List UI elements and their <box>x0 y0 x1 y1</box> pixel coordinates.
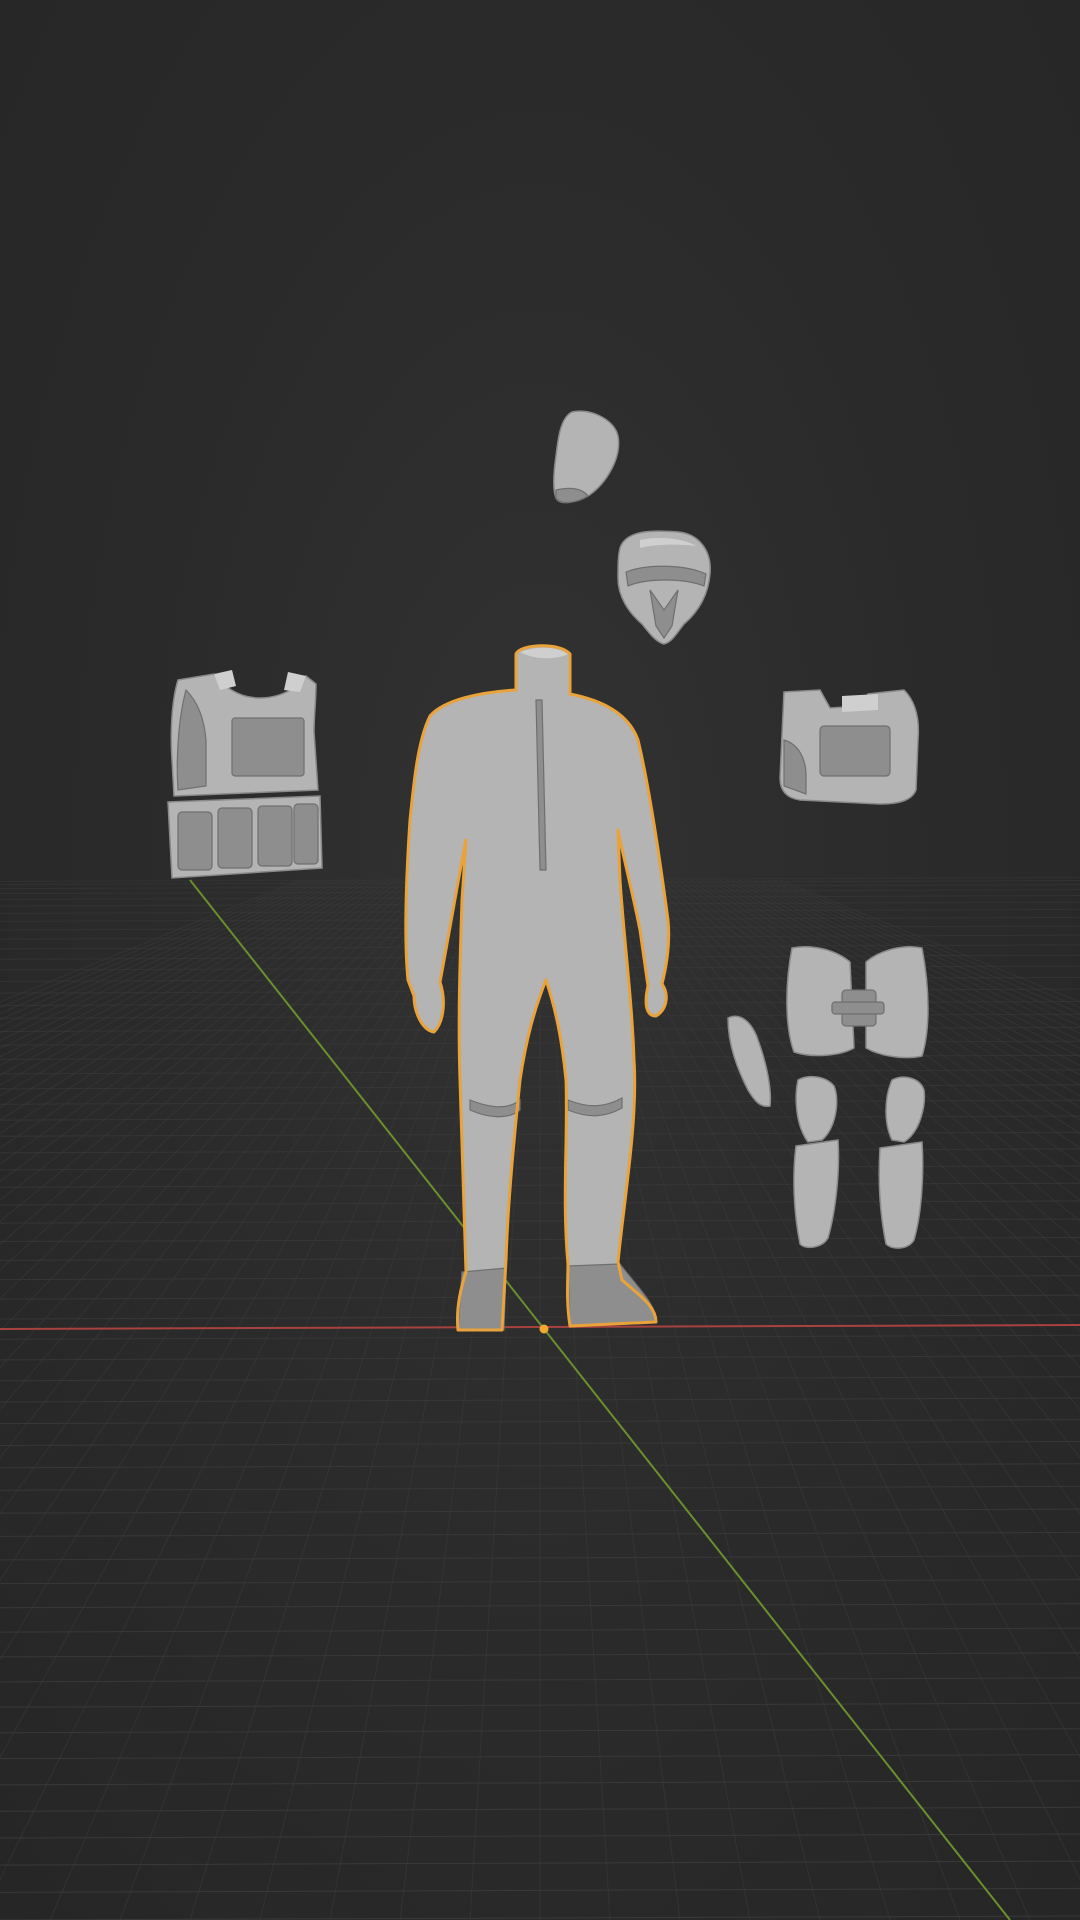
grid-line <box>0 879 415 1201</box>
grid-line <box>0 879 445 1332</box>
grid-line <box>629 879 1080 1369</box>
grid-line <box>0 879 403 1165</box>
grid-line <box>0 879 451 1369</box>
grid-line <box>647 879 1080 1271</box>
grid-line <box>0 879 409 1182</box>
grid-line <box>0 879 439 1300</box>
visor-mesh[interactable] <box>552 410 620 504</box>
grid-line <box>0 879 469 1515</box>
grid-line <box>0 879 391 1135</box>
grid-line <box>0 879 367 1086</box>
helmet-mesh[interactable] <box>617 530 711 645</box>
grid-line <box>0 879 349 1058</box>
flight-suit-body-mesh[interactable] <box>404 644 671 1332</box>
shin-guard-left-mesh[interactable] <box>793 1075 840 1249</box>
grid-line <box>635 879 1080 1332</box>
3d-viewport[interactable] <box>0 0 1080 1920</box>
chest-plate-mesh[interactable] <box>779 689 920 805</box>
grid-line <box>0 879 313 1014</box>
forearm-plate-mesh[interactable] <box>727 1015 772 1108</box>
grid-line <box>0 879 355 1067</box>
grid-line <box>0 879 337 1042</box>
grid-line <box>0 879 385 1121</box>
grid-line <box>0 879 421 1222</box>
tactical-vest-mesh[interactable] <box>167 670 323 879</box>
grid-line <box>0 879 319 1021</box>
object-origin-dot[interactable] <box>539 1324 549 1334</box>
grid-line <box>0 879 463 1459</box>
shin-guard-right-mesh[interactable] <box>878 1076 926 1249</box>
viewport-canvas[interactable] <box>0 0 1080 1920</box>
grid-line <box>641 879 1080 1300</box>
grid-line <box>0 879 433 1271</box>
